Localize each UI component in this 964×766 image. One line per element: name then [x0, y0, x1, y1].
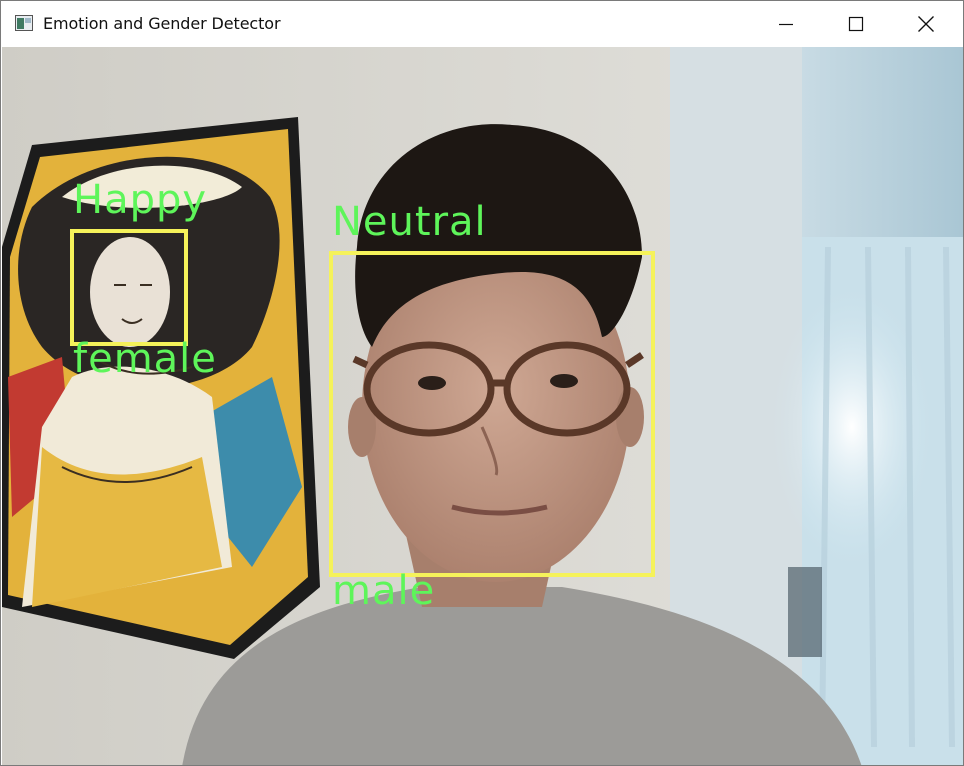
minimize-button[interactable]: [751, 1, 821, 47]
emotion-label-2: Neutral: [332, 199, 487, 245]
minimize-icon: [779, 23, 793, 26]
maximize-button[interactable]: [821, 1, 891, 47]
face-box-2: [329, 251, 655, 577]
face-box-1: [70, 229, 188, 346]
close-button[interactable]: [891, 1, 961, 47]
gender-label-2: male: [332, 568, 436, 614]
gender-label-1: female: [73, 336, 217, 382]
close-icon: [918, 16, 934, 32]
app-window: Emotion and Gender Detector Happy female…: [0, 0, 964, 766]
camera-feed: Happy female Neutral male: [2, 47, 963, 765]
emotion-label-1: Happy: [73, 177, 208, 223]
app-icon: [15, 15, 33, 31]
title-bar[interactable]: Emotion and Gender Detector: [1, 1, 963, 47]
maximize-icon: [848, 16, 864, 32]
window-title: Emotion and Gender Detector: [43, 14, 281, 33]
